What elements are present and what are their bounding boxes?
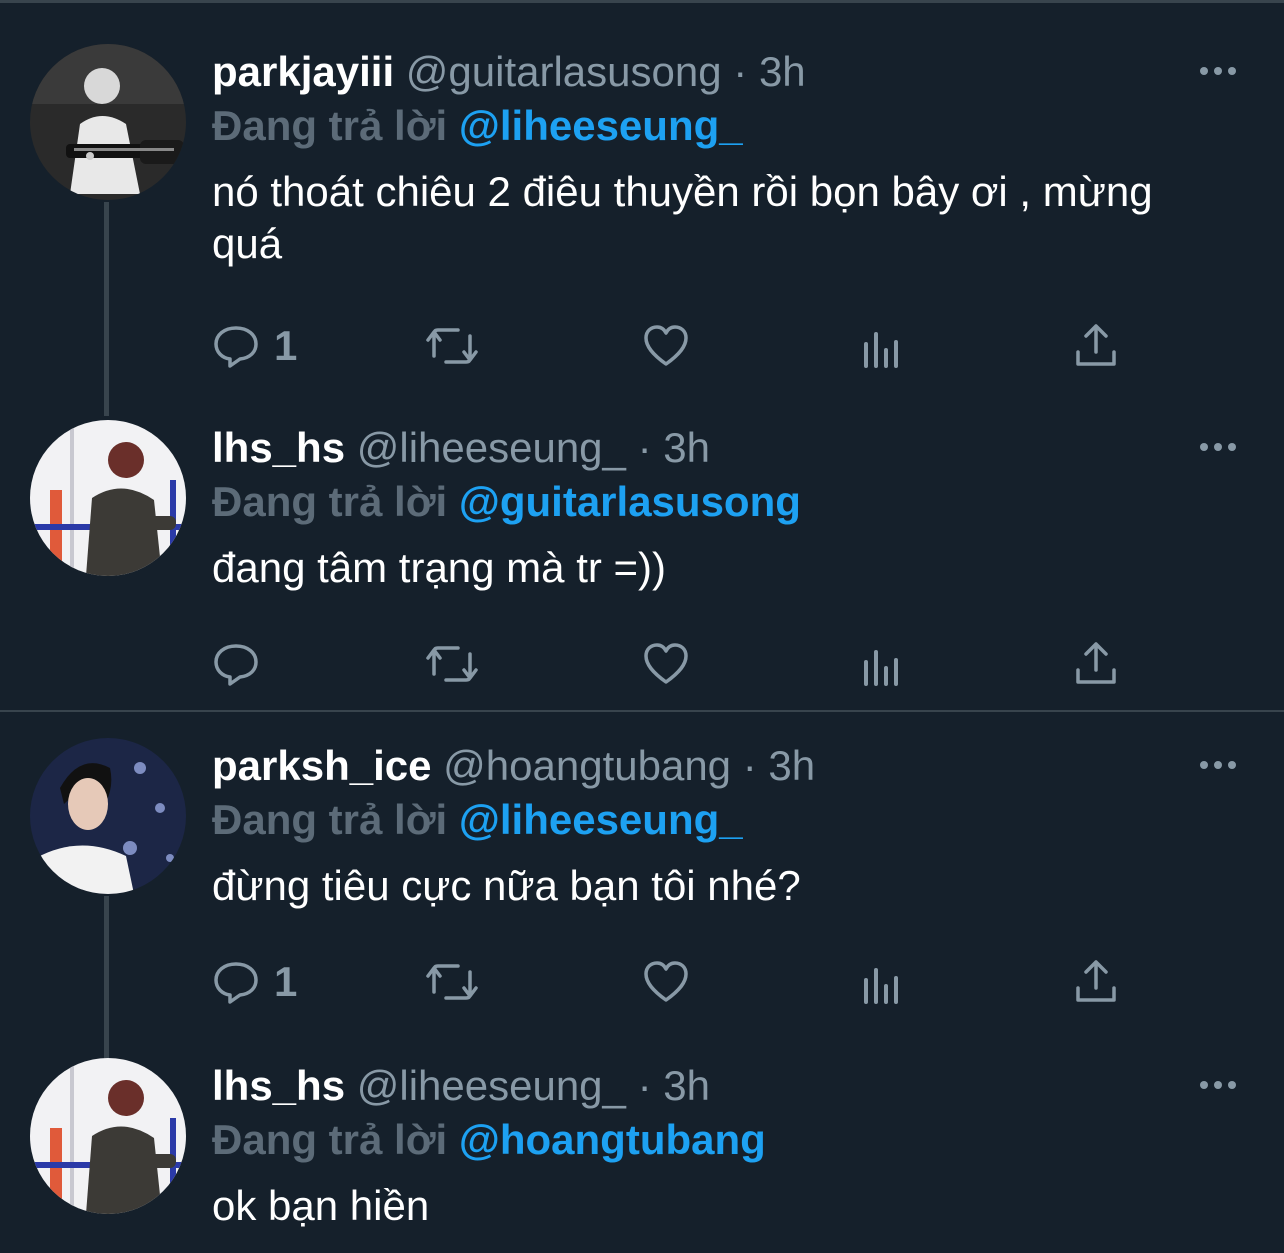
avatar[interactable] bbox=[30, 738, 186, 894]
reply-button[interactable]: 1 bbox=[212, 952, 297, 1012]
replying-to: Đang trả lời @liheeseung_ bbox=[212, 792, 743, 848]
display-name[interactable]: parksh_ice bbox=[212, 742, 431, 789]
timestamp[interactable]: 3h bbox=[759, 48, 806, 95]
retweet-icon bbox=[426, 646, 478, 682]
reply-button[interactable]: 1 bbox=[212, 316, 297, 376]
mention-link[interactable]: @hoangtubang bbox=[459, 1116, 766, 1163]
tweet-actions: 1 bbox=[212, 316, 1132, 376]
stage-person-avatar-icon bbox=[30, 420, 186, 576]
tweet-header: parkjayiii @guitarlasusong · 3h bbox=[212, 44, 806, 100]
replying-prefix: Đang trả lời bbox=[212, 478, 448, 525]
like-button[interactable] bbox=[642, 952, 690, 1012]
retweet-icon bbox=[426, 328, 478, 364]
separator: · bbox=[637, 424, 652, 471]
tweet-header: lhs_hs @liheeseung_ · 3h bbox=[212, 1058, 710, 1114]
more-icon[interactable] bbox=[1198, 432, 1238, 462]
like-icon bbox=[644, 961, 688, 1002]
more-icon[interactable] bbox=[1198, 1070, 1238, 1100]
reply-count: 1 bbox=[274, 322, 298, 369]
like-icon bbox=[644, 325, 688, 366]
replying-prefix: Đang trả lời bbox=[212, 102, 448, 149]
guitarist-avatar-icon bbox=[30, 44, 186, 200]
tweet-header: lhs_hs @liheeseung_ · 3h bbox=[212, 420, 710, 476]
replying-to: Đang trả lời @hoangtubang bbox=[212, 1112, 766, 1168]
handle[interactable]: @liheeseung_ bbox=[357, 424, 626, 471]
thread-line bbox=[104, 202, 109, 416]
analytics-button[interactable] bbox=[858, 316, 906, 376]
separator: · bbox=[637, 1062, 652, 1109]
avatar[interactable] bbox=[30, 420, 186, 576]
handle[interactable]: @liheeseung_ bbox=[357, 1062, 626, 1109]
replying-to: Đang trả lời @guitarlasusong bbox=[212, 474, 801, 530]
timestamp[interactable]: 3h bbox=[768, 742, 815, 789]
tweet-text: đừng tiêu cực nữa bạn tôi nhé? bbox=[212, 862, 801, 909]
separator: · bbox=[733, 48, 748, 95]
tweet-text: ok bạn hiền bbox=[212, 1182, 430, 1229]
like-icon bbox=[644, 643, 688, 684]
replying-prefix: Đang trả lời bbox=[212, 796, 448, 843]
display-name[interactable]: lhs_hs bbox=[212, 1062, 345, 1109]
replying-to: Đang trả lời @liheeseung_ bbox=[212, 98, 743, 154]
share-icon bbox=[1076, 642, 1116, 684]
analytics-button[interactable] bbox=[858, 952, 906, 1012]
analytics-icon bbox=[864, 650, 898, 686]
reply-icon bbox=[214, 326, 258, 368]
portrait-avatar-icon bbox=[30, 738, 186, 894]
mention-link[interactable]: @guitarlasusong bbox=[459, 478, 801, 525]
top-border bbox=[0, 0, 1284, 3]
reply-icon bbox=[214, 644, 258, 686]
timeline: parkjayiii @guitarlasusong · 3h Đang trả… bbox=[0, 0, 1284, 1253]
reply-button[interactable] bbox=[212, 634, 274, 694]
tweet-text: nó thoát chiêu 2 điêu thuyền rồi bọn bây… bbox=[212, 168, 1153, 267]
reply-count: 1 bbox=[274, 958, 298, 1005]
mention-link[interactable]: @liheeseung_ bbox=[459, 796, 743, 843]
handle[interactable]: @hoangtubang bbox=[443, 742, 731, 789]
timestamp[interactable]: 3h bbox=[663, 1062, 710, 1109]
separator: · bbox=[742, 742, 757, 789]
reply-icon bbox=[214, 962, 258, 1004]
tweet-actions bbox=[212, 634, 1132, 694]
tweet-text: đang tâm trạng mà tr =)) bbox=[212, 544, 667, 591]
timestamp[interactable]: 3h bbox=[663, 424, 710, 471]
retweet-button[interactable] bbox=[424, 316, 480, 376]
retweet-button[interactable] bbox=[424, 952, 480, 1012]
thread-divider bbox=[0, 710, 1284, 712]
share-icon bbox=[1076, 960, 1116, 1002]
share-button[interactable] bbox=[1072, 316, 1120, 376]
display-name[interactable]: lhs_hs bbox=[212, 424, 345, 471]
mention-link[interactable]: @liheeseung_ bbox=[459, 102, 743, 149]
more-icon[interactable] bbox=[1198, 750, 1238, 780]
tweet-header: parksh_ice @hoangtubang · 3h bbox=[212, 738, 815, 794]
avatar[interactable] bbox=[30, 44, 186, 200]
like-button[interactable] bbox=[642, 316, 690, 376]
display-name[interactable]: parkjayiii bbox=[212, 48, 394, 95]
share-button[interactable] bbox=[1072, 952, 1120, 1012]
handle[interactable]: @guitarlasusong bbox=[406, 48, 722, 95]
retweet-icon bbox=[426, 964, 478, 1000]
analytics-icon bbox=[864, 968, 898, 1004]
share-button[interactable] bbox=[1072, 634, 1120, 694]
share-icon bbox=[1076, 324, 1116, 366]
stage-person-avatar-icon bbox=[30, 1058, 186, 1214]
avatar[interactable] bbox=[30, 1058, 186, 1214]
like-button[interactable] bbox=[642, 634, 690, 694]
thread-line bbox=[104, 896, 109, 1060]
replying-prefix: Đang trả lời bbox=[212, 1116, 448, 1163]
tweet-actions: 1 bbox=[212, 952, 1132, 1012]
analytics-icon bbox=[864, 332, 898, 368]
more-icon[interactable] bbox=[1198, 56, 1238, 86]
analytics-button[interactable] bbox=[858, 634, 906, 694]
retweet-button[interactable] bbox=[424, 634, 480, 694]
